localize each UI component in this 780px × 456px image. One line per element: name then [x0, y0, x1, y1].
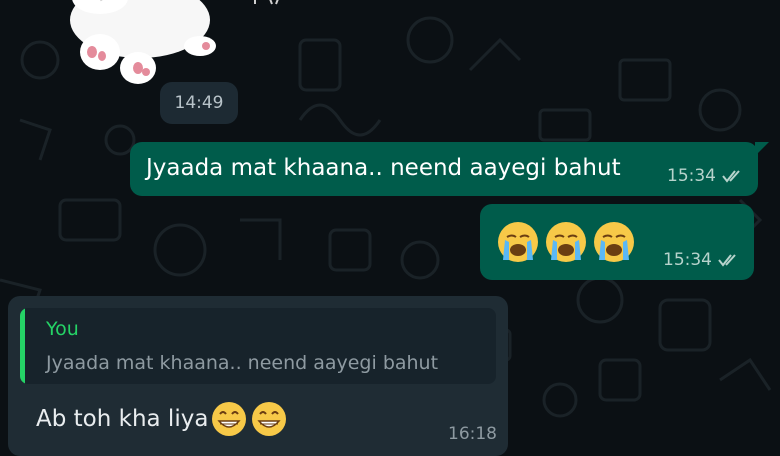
outgoing-message[interactable]: Jyaada mat khaana.. neend aayegi bahut 1…	[130, 142, 758, 196]
quote-accent-bar	[20, 308, 25, 384]
grinning-face-icon	[252, 402, 287, 436]
bubble-tail	[755, 142, 769, 156]
quote-text: Jyaada mat khaana.. neend aayegi bahut	[46, 352, 439, 374]
loudly-crying-face-icon	[594, 222, 634, 262]
loudly-crying-face-icon	[498, 222, 538, 262]
message-meta: 15:34	[667, 166, 744, 186]
read-double-check-icon	[718, 254, 736, 267]
read-double-check-icon	[722, 170, 740, 183]
emoji-row	[496, 220, 636, 264]
sticker-partial-icon	[254, 0, 279, 5]
reply-body: Ab toh kha liya	[36, 400, 288, 438]
time-chip: 14:49	[160, 82, 238, 124]
message-time: 15:34	[667, 166, 716, 186]
bunny-sticker[interactable]	[40, 0, 240, 90]
loudly-crying-face-icon	[546, 222, 586, 262]
quote-author: You	[46, 318, 79, 340]
incoming-reply-message[interactable]: You Jyaada mat khaana.. neend aayegi bah…	[8, 296, 508, 456]
outgoing-emoji-message[interactable]: 15:34	[480, 204, 754, 280]
reply-emojis	[210, 400, 288, 438]
quoted-message[interactable]: You Jyaada mat khaana.. neend aayegi bah…	[20, 308, 496, 384]
message-meta: 15:34	[663, 250, 740, 270]
message-time: 15:34	[663, 250, 712, 270]
reply-time: 16:18	[448, 424, 497, 444]
message-text: Jyaada mat khaana.. neend aayegi bahut	[146, 155, 621, 181]
grinning-face-icon	[212, 402, 247, 436]
reply-text: Ab toh kha liya	[36, 406, 209, 432]
time-chip-label: 14:49	[174, 93, 224, 113]
